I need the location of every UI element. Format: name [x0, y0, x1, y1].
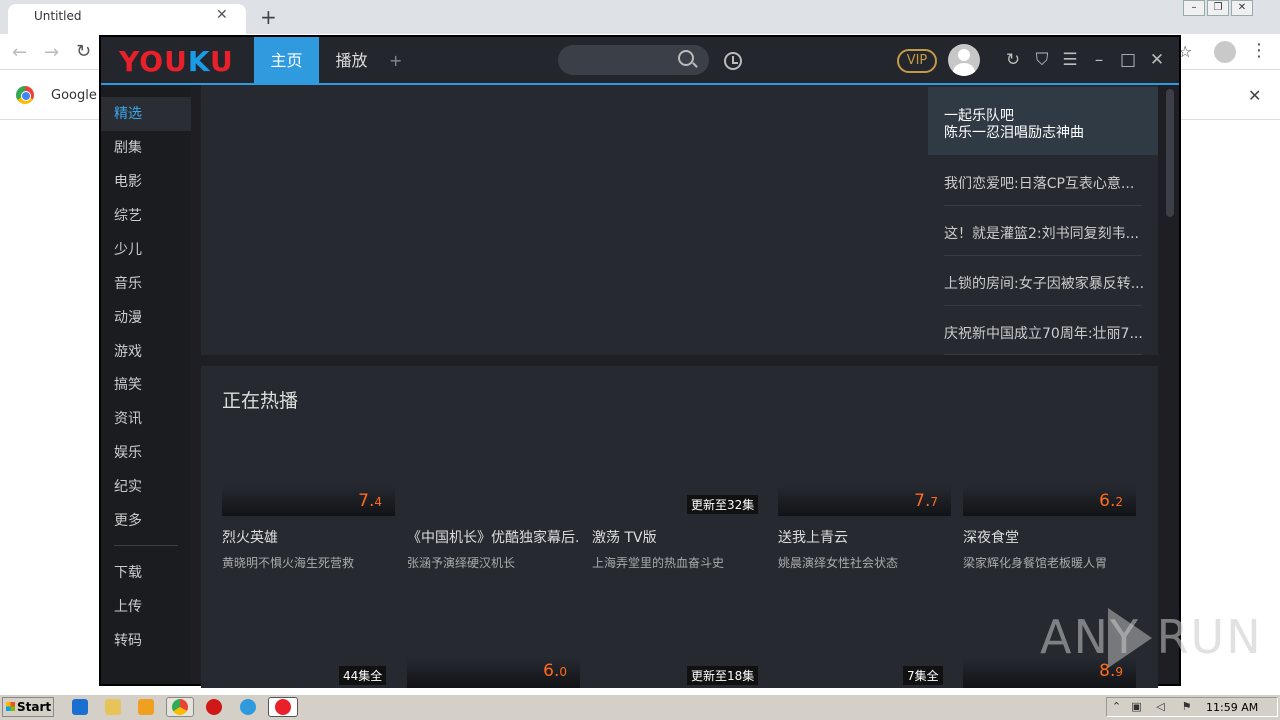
close-icon[interactable]: ✕: [1147, 49, 1167, 71]
volume-icon[interactable]: ◁: [1154, 700, 1167, 713]
list-item[interactable]: 我们恋爱吧:日落CP互表心意...: [928, 173, 1158, 193]
sidebar-divider: [114, 545, 178, 546]
more-menu-icon[interactable]: ⋮: [1250, 40, 1268, 61]
window-controls: – ❐ ✕: [1183, 0, 1253, 18]
list-divider: [944, 305, 1142, 306]
refresh-icon[interactable]: ↻: [1003, 49, 1023, 71]
list-item[interactable]: 庆祝新中国成立70周年:壮丽7...: [928, 323, 1158, 343]
video-subtitle: 上海弄堂里的热血奋斗史: [592, 556, 725, 570]
youku-icon[interactable]: [240, 699, 256, 715]
reload-icon[interactable]: ↻: [76, 41, 91, 62]
sidebar-item-anime[interactable]: 动漫: [101, 301, 191, 335]
sidebar-item-upload[interactable]: 上传: [101, 590, 191, 624]
watermark: ANY RUN: [1040, 610, 1263, 664]
chrome-logo-icon: [16, 86, 34, 104]
sidebar-item-download[interactable]: 下载: [101, 556, 191, 590]
ie-icon[interactable]: [72, 699, 88, 715]
minimize-button[interactable]: –: [1183, 0, 1205, 16]
sidebar-item-transcode[interactable]: 转码: [101, 624, 191, 658]
flag-icon[interactable]: ⚑: [1180, 700, 1193, 713]
video-title[interactable]: 送我上青云: [778, 527, 951, 547]
episode-badge: 7集全: [903, 666, 943, 685]
start-button[interactable]: Start: [2, 697, 54, 717]
tray-expand-icon[interactable]: ⌃: [1110, 700, 1123, 713]
active-item-subtitle: 陈乐一忍泪唱励志神曲: [944, 125, 1084, 141]
opera-icon[interactable]: [206, 699, 222, 715]
episode-badge: 44集全: [339, 666, 387, 685]
media-player-icon[interactable]: [138, 699, 154, 715]
browser-tab-title: Untitled: [34, 9, 82, 23]
skin-shirt-icon[interactable]: ⛉: [1032, 49, 1052, 71]
user-avatar[interactable]: [948, 44, 980, 76]
sidebar-item-variety[interactable]: 综艺: [101, 199, 191, 233]
rating-score: 7.7: [914, 491, 938, 511]
youku-sidebar: 精选 剧集 电影 综艺 少儿 音乐 动漫 游戏 搞笑 资讯 娱乐 纪实 更多 下…: [101, 87, 191, 684]
sidebar-item-featured[interactable]: 精选: [101, 97, 191, 131]
forward-arrow-icon[interactable]: →: [44, 42, 59, 63]
video-title[interactable]: 激荡 TV版: [592, 527, 765, 547]
video-subtitle: 张涵予演绎硬汉机长: [407, 556, 516, 570]
video-title[interactable]: 《中国机长》优酷独家幕后...: [407, 527, 580, 547]
sidebar-item-news[interactable]: 资讯: [101, 402, 191, 436]
tab-home[interactable]: 主页: [254, 37, 319, 84]
restore-button[interactable]: ❐: [1207, 0, 1229, 16]
sidebar-item-movies[interactable]: 电影: [101, 165, 191, 199]
clock: 11:59 AM: [1206, 701, 1259, 714]
rating-score: 8.9: [1099, 661, 1123, 681]
episode-badge: 更新至32集: [687, 495, 759, 514]
minimize-icon[interactable]: –: [1089, 49, 1109, 71]
hot-section: 正在热播 7.4 烈火英雄 黄晓明不惧火海生死营救 《中国机长》优酷独家幕后..…: [201, 366, 1158, 688]
video-title[interactable]: 烈火英雄: [222, 527, 395, 547]
infobar-close-icon[interactable]: ✕: [1248, 86, 1261, 105]
video-subtitle: 黄晓明不惧火海生死营救: [222, 556, 355, 570]
rating-score: 6.0: [543, 661, 567, 681]
new-tab-button[interactable]: +: [260, 5, 277, 29]
youku-top-bar: YOUKU 主页 播放 + VIP ↻ ⛉ ☰ – □ ✕: [101, 37, 1179, 85]
chrome-icon: [172, 699, 188, 715]
section-title: 正在热播: [222, 390, 299, 412]
banner-list: 一起乐队吧 陈乐一忍泪唱励志神曲 我们恋爱吧:日落CP互表心意... 这！就是灌…: [928, 87, 1158, 355]
vip-button[interactable]: VIP: [897, 49, 937, 73]
back-arrow-icon[interactable]: ←: [12, 42, 27, 63]
sidebar-item-entertainment[interactable]: 娱乐: [101, 436, 191, 470]
sidebar-item-funny[interactable]: 搞笑: [101, 368, 191, 402]
youku-active-icon: [275, 699, 291, 715]
sidebar-item-kids[interactable]: 少儿: [101, 233, 191, 267]
video-subtitle: 姚晨演绎女性社会状态: [778, 556, 899, 570]
youku-logo[interactable]: YOUKU: [119, 45, 234, 78]
rating-score: 7.4: [358, 491, 382, 511]
close-tab-icon[interactable]: ✕: [216, 7, 228, 23]
close-window-button[interactable]: ✕: [1231, 0, 1253, 16]
video-title[interactable]: 深夜食堂: [963, 527, 1136, 547]
list-divider: [944, 354, 1142, 355]
episode-badge: 更新至18集: [687, 666, 759, 685]
sidebar-item-documentary[interactable]: 纪实: [101, 470, 191, 504]
sidebar-item-more[interactable]: 更多: [101, 504, 191, 538]
tab-play[interactable]: 播放: [319, 37, 384, 84]
search-icon[interactable]: [678, 50, 694, 66]
list-divider: [944, 205, 1142, 206]
youku-window: YOUKU 主页 播放 + VIP ↻ ⛉ ☰ – □ ✕ 精选 剧集 电影 综…: [99, 35, 1181, 688]
menu-icon[interactable]: ☰: [1060, 49, 1080, 71]
list-item[interactable]: 这！就是灌篮2:刘书同复刻韦...: [928, 223, 1158, 243]
list-item[interactable]: 上锁的房间:女子因被家暴反转...: [928, 273, 1158, 293]
maximize-icon[interactable]: □: [1118, 49, 1138, 71]
scrollbar[interactable]: [1166, 89, 1174, 217]
sidebar-item-music[interactable]: 音乐: [101, 267, 191, 301]
list-divider: [944, 255, 1142, 256]
sidebar-item-games[interactable]: 游戏: [101, 335, 191, 369]
history-clock-icon[interactable]: [724, 52, 742, 70]
video-subtitle: 梁家辉化身餐馆老板暖人胃: [963, 556, 1108, 570]
rating-score: 6.2: [1099, 491, 1123, 511]
network-icon[interactable]: ▣: [1130, 700, 1143, 713]
sidebar-item-series[interactable]: 剧集: [101, 131, 191, 165]
add-tab-button[interactable]: +: [389, 51, 402, 70]
profile-avatar-icon[interactable]: [1214, 41, 1236, 63]
folder-icon[interactable]: [105, 699, 121, 715]
banner-list-active-item[interactable]: 一起乐队吧 陈乐一忍泪唱励志神曲: [928, 87, 1158, 155]
